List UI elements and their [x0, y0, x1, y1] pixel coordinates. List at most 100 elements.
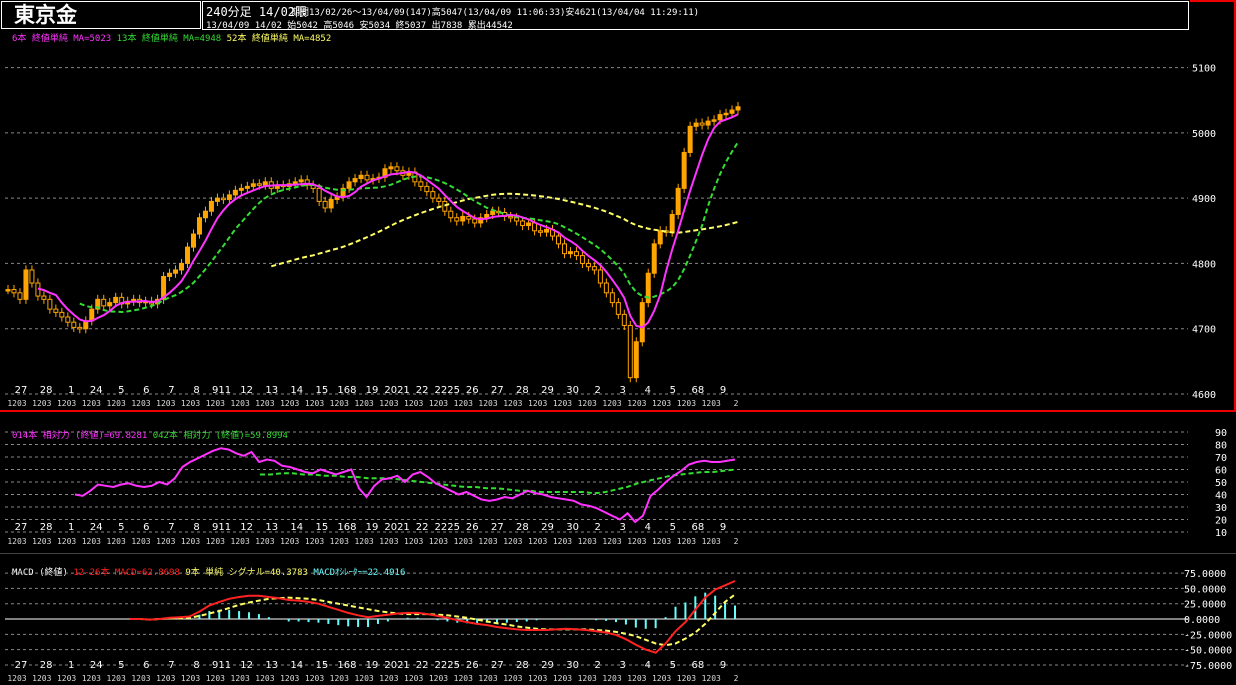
x-day-label: 2225: [434, 660, 459, 671]
candle-body: [687, 125, 693, 153]
ma52-line: [271, 192, 739, 268]
x-month-code: 1203: [429, 537, 448, 546]
candle-body: [597, 269, 603, 284]
rsi-y-tick-label: 50: [1215, 478, 1227, 489]
x-day-label: 19: [366, 522, 379, 533]
x-month-code: 1203: [404, 537, 423, 546]
rsi-y-tick-label: 10: [1215, 528, 1227, 539]
x-day-label: 7: [168, 660, 174, 671]
candle-body: [214, 197, 220, 202]
candle-body: [705, 120, 711, 126]
x-month-code: 1203: [330, 674, 349, 683]
candle-body: [532, 222, 538, 232]
x-month-code: 1203: [206, 674, 225, 683]
macd-y-tick-label: 50.0000: [1184, 584, 1226, 595]
x-month-code: 1203: [255, 537, 274, 546]
x-month-code: 1203: [602, 399, 621, 408]
x-day-label: 168: [337, 522, 356, 533]
candle-body: [29, 269, 35, 284]
x-month-code: 1203: [82, 399, 101, 408]
candle-body: [256, 183, 262, 186]
x-day-label: 28: [516, 385, 529, 396]
candle-body: [472, 218, 478, 224]
candle-body: [17, 292, 23, 300]
chart-canvas: 51005000490048004700460027 28 1 24 5 6 7 8 911 12…: [5, 64, 1232, 683]
x-day-label: 3: [620, 385, 626, 396]
price-y-tick-label: 4900: [1192, 194, 1216, 205]
x-month-code: 1203: [280, 537, 299, 546]
x-month-code: 1203: [677, 537, 696, 546]
x-month-code: 1203: [57, 399, 76, 408]
x-month-code: 1203: [652, 399, 671, 408]
rsi-y-tick-label: 40: [1215, 491, 1227, 502]
x-day-label: 168: [337, 385, 356, 396]
x-day-label: 19: [366, 660, 379, 671]
candle-body: [466, 215, 472, 220]
macd-line: [130, 580, 736, 654]
candle-body: [585, 262, 591, 268]
x-month-code: 1203: [305, 399, 324, 408]
x-month-code: 1203: [454, 399, 473, 408]
x-month-code: 1203: [82, 537, 101, 546]
candle-body: [490, 210, 496, 215]
x-day-label: 29: [541, 385, 554, 396]
x-day-label: 27: [491, 522, 504, 533]
x-day-label: 29: [541, 660, 554, 671]
x-day-label: 4: [645, 385, 651, 396]
x-day-label: 27: [491, 385, 504, 396]
x-month-code: 1203: [255, 674, 274, 683]
x-month-code: 2: [734, 674, 739, 683]
x-day-label: 19: [366, 385, 379, 396]
x-month-code: 1203: [702, 674, 721, 683]
x-month-code: 1203: [528, 399, 547, 408]
x-month-code: 1203: [478, 537, 497, 546]
x-day-label: 2: [594, 522, 600, 533]
rsi-y-tick-label: 70: [1215, 453, 1227, 464]
x-month-code: 1203: [702, 399, 721, 408]
candle-body: [555, 235, 561, 245]
x-month-code: 1203: [602, 537, 621, 546]
x-day-label: 26: [466, 660, 479, 671]
macd-y-tick-label: 0.0000: [1184, 615, 1220, 626]
x-month-code: 1203: [231, 399, 250, 408]
x-month-code: 1203: [404, 399, 423, 408]
x-day-label: 28: [516, 660, 529, 671]
x-day-label: 24: [90, 522, 103, 533]
candle-body: [250, 183, 256, 187]
candle-body: [657, 230, 663, 245]
candle-body: [454, 217, 460, 222]
x-month-code: 1203: [280, 674, 299, 683]
x-day-label: 1: [68, 522, 74, 533]
x-day-label: 29: [541, 522, 554, 533]
x-day-label: 5: [118, 660, 124, 671]
x-day-label: 28: [516, 522, 529, 533]
x-day-label: 6: [143, 522, 149, 533]
x-day-label: 7: [168, 385, 174, 396]
x-day-label: 8: [193, 385, 199, 396]
x-month-code: 1203: [677, 674, 696, 683]
x-day-label: 30: [566, 660, 579, 671]
x-month-code: 1203: [131, 537, 150, 546]
x-month-code: 1203: [57, 537, 76, 546]
x-day-label: 5: [118, 385, 124, 396]
candle-body: [190, 233, 196, 248]
x-month-code: 1203: [7, 537, 26, 546]
price-y-tick-label: 4700: [1192, 325, 1216, 336]
x-day-label: 911: [212, 660, 231, 671]
candle-body: [424, 185, 430, 193]
x-month-code: 1203: [627, 674, 646, 683]
x-day-label: 27: [15, 660, 28, 671]
macd-y-tick-label: -50.0000: [1184, 646, 1232, 657]
x-month-code: 1203: [354, 399, 373, 408]
x-day-label: 9: [720, 385, 726, 396]
candle-body: [699, 122, 705, 126]
x-day-label: 68: [692, 660, 705, 671]
candle-body: [681, 151, 687, 189]
x-day-label: 1: [68, 385, 74, 396]
candle-body: [322, 200, 328, 209]
rsi-y-tick-label: 20: [1215, 516, 1227, 527]
candle-body: [669, 213, 675, 233]
candle-body: [346, 181, 352, 189]
x-day-label: 27: [15, 522, 28, 533]
x-day-label: 22: [416, 660, 429, 671]
